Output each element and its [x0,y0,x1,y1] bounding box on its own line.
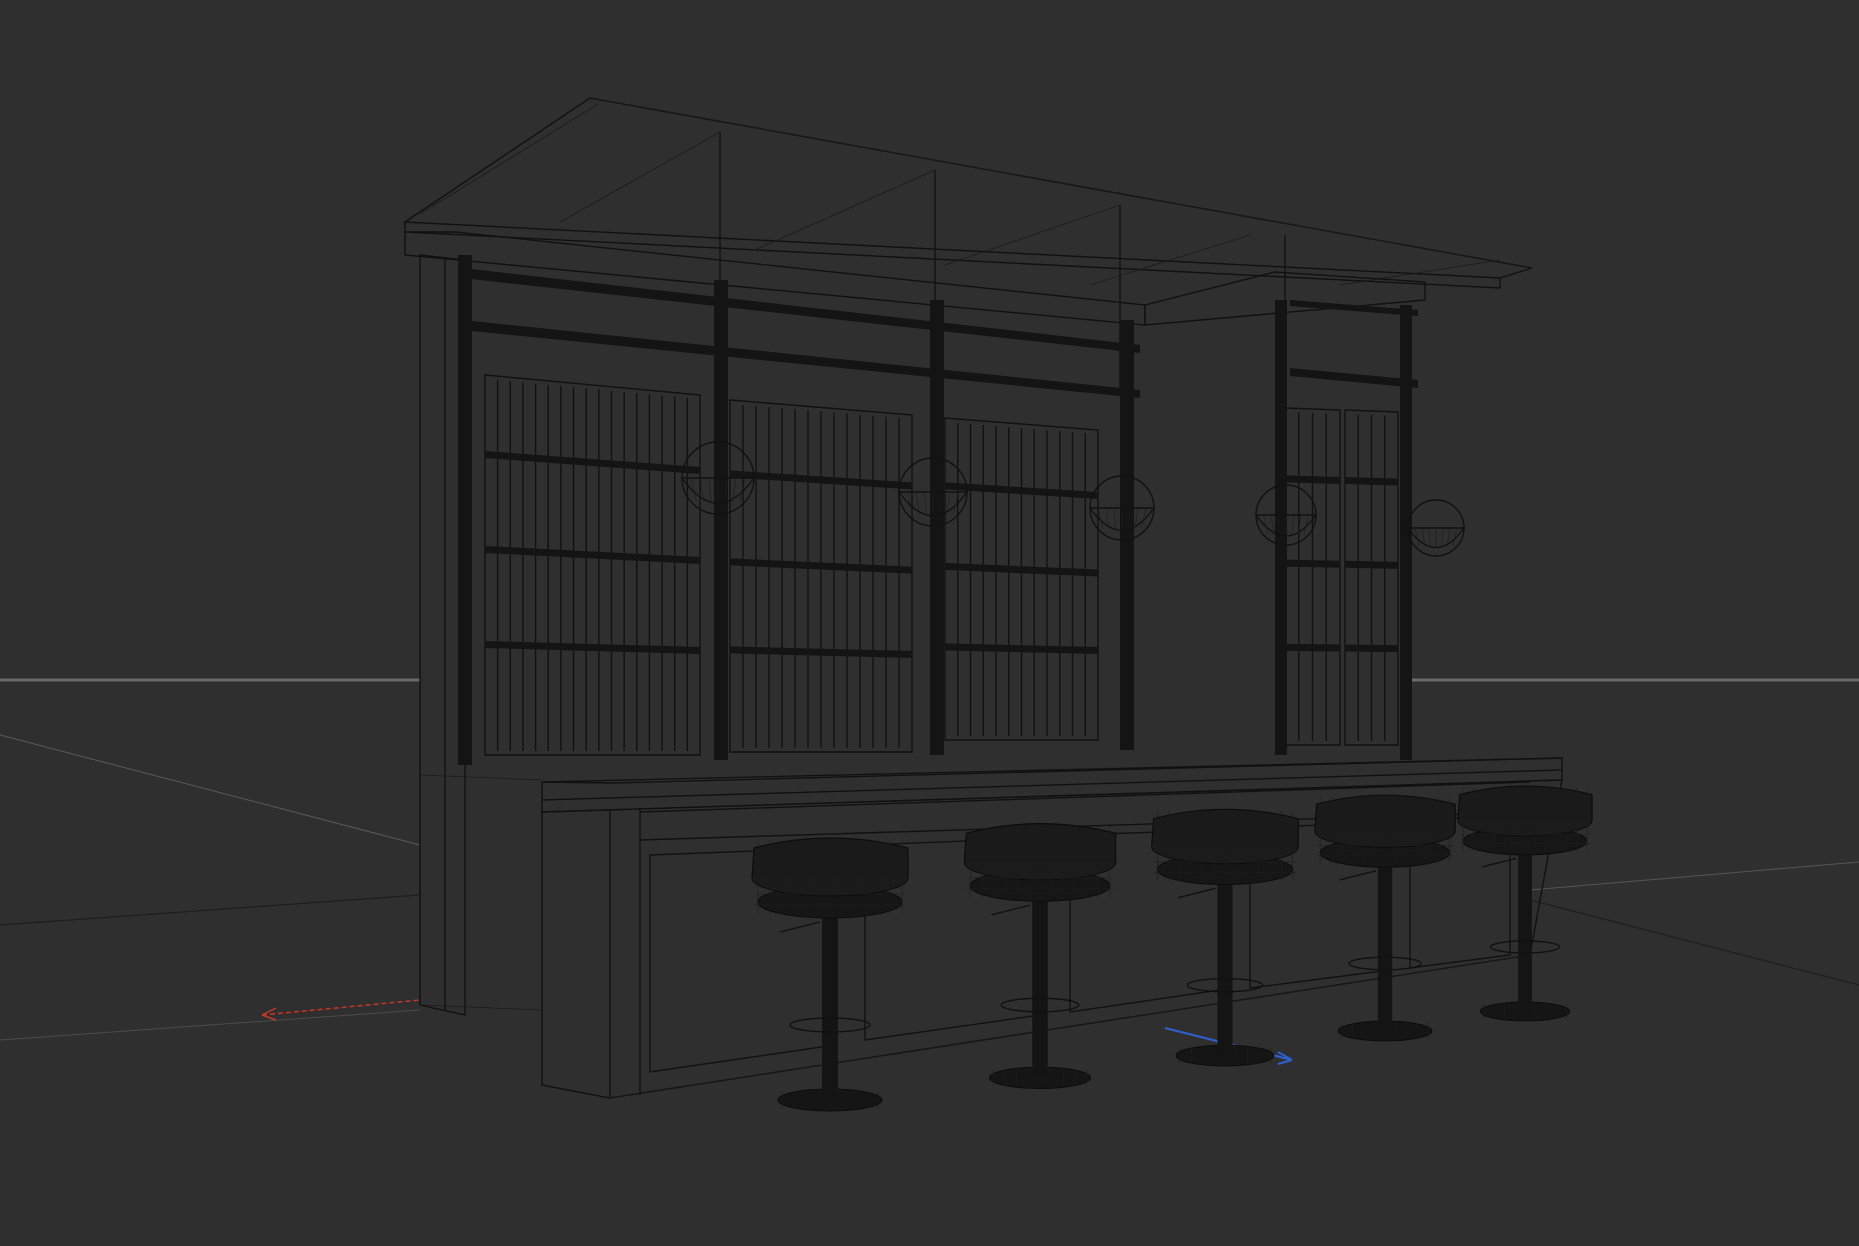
cabinet-bay [729,399,913,753]
pendant-lamp [1406,499,1466,557]
x-axis-gizmo [261,999,421,1021]
ground-grid [0,678,1859,1041]
cabinet-bay [1344,409,1399,746]
bar-stool [751,837,909,1112]
viewport-canvas[interactable] [0,0,1859,1246]
canopy [402,97,1533,400]
bar-stool [1314,794,1456,1042]
bar-model[interactable] [402,97,1593,1112]
bar-stools [751,785,1593,1112]
cabinet-bay [484,374,701,756]
cabinet-bay [944,417,1099,741]
bar-stool [963,823,1117,1089]
bar-stool [1151,808,1299,1067]
cabinet-bay [1284,407,1341,746]
cabinet-cornice [404,231,1426,398]
bar-stool [1457,785,1593,1022]
cabinet-pillars [458,255,1412,765]
3d-viewport[interactable] [0,0,1859,1246]
